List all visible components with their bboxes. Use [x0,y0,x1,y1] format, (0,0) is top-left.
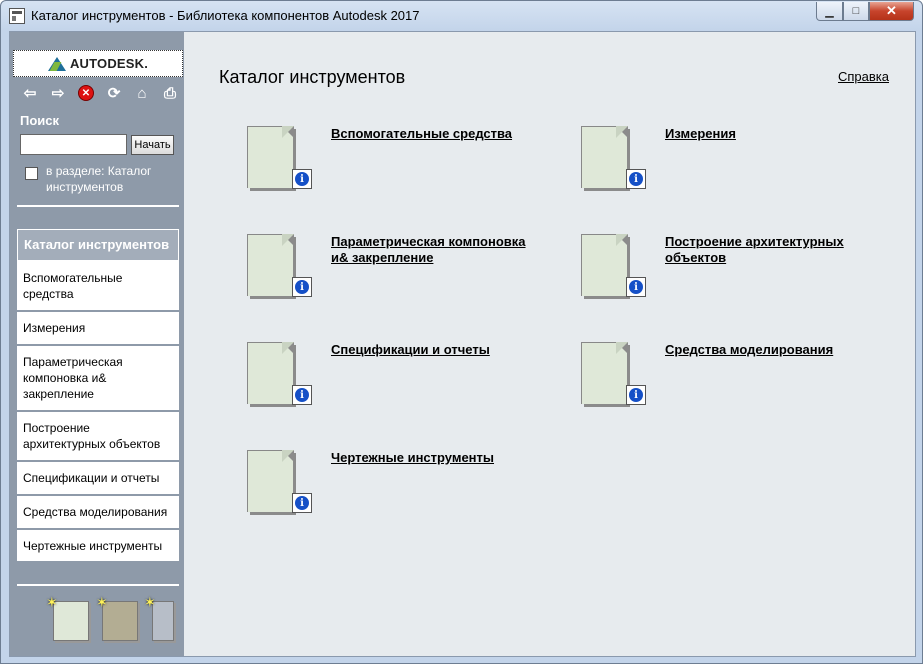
category-link[interactable]: Построение архитектурных объектов [665,234,875,266]
category-document-icon[interactable] [581,342,628,404]
home-icon[interactable]: ⌂ [128,82,156,104]
sidebar: AUTODESK. ⇦ ⇨ ✕ ⟳ ⌂ ⎙ Поиск Начать в раз… [10,32,184,656]
info-button[interactable]: i [292,493,312,513]
category-card: i Построение архитектурных объектов [553,234,883,314]
sidebar-item-auxiliary[interactable]: Вспомогательные средства [17,261,179,312]
info-icon: i [295,496,309,510]
sparkle-icon: ✶ [46,594,58,610]
navigation-toolbar: ⇦ ⇨ ✕ ⟳ ⌂ ⎙ [16,82,184,104]
search-label: Поиск [20,113,60,128]
page-title: Каталог инструментов [219,67,406,87]
category-link[interactable]: Параметрическая компоновка и& закреплени… [331,234,541,266]
help-link[interactable]: Справка [838,69,889,84]
info-button[interactable]: i [292,169,312,189]
refresh-icon[interactable]: ⟳ [100,82,128,104]
category-link[interactable]: Спецификации и отчеты [331,342,541,358]
print-icon[interactable]: ⎙ [156,82,184,104]
sidebar-divider [17,584,179,586]
category-card: i Спецификации и отчеты [219,342,549,422]
category-card: i Вспомогательные средства [219,126,549,206]
maximize-button[interactable]: □ [843,2,869,21]
sidebar-item-reports[interactable]: Спецификации и отчеты [17,462,179,496]
info-button[interactable]: i [292,277,312,297]
info-button[interactable]: i [626,169,646,189]
sidebar-item-catalog[interactable]: Каталог инструментов [17,229,179,261]
app-window: Каталог инструментов - Библиотека компон… [0,0,923,664]
search-scope-checkbox[interactable] [25,167,38,180]
info-icon: i [629,172,643,186]
category-card: i Параметрическая компоновка и& закрепле… [219,234,549,314]
client-area: AUTODESK. ⇦ ⇨ ✕ ⟳ ⌂ ⎙ Поиск Начать в раз… [9,31,916,657]
sidebar-item-measurements[interactable]: Измерения [17,312,179,346]
autodesk-logo-icon [47,56,66,71]
category-document-icon[interactable] [247,234,294,296]
info-icon: i [295,172,309,186]
category-link[interactable]: Вспомогательные средства [331,126,541,142]
category-link[interactable]: Измерения [665,126,875,142]
window-title: Каталог инструментов - Библиотека компон… [31,8,420,23]
forward-arrow-icon[interactable]: ⇨ [44,82,72,104]
info-button[interactable]: i [626,277,646,297]
sparkle-icon: ✶ [96,594,108,610]
category-link[interactable]: Средства моделирования [665,342,875,358]
category-document-icon[interactable] [247,342,294,404]
info-icon: i [295,388,309,402]
sidebar-item-drafting[interactable]: Чертежные инструменты [17,530,179,563]
sparkle-icon: ✶ [144,594,156,610]
info-icon: i [629,280,643,294]
autodesk-logo[interactable]: AUTODESK. [13,50,183,77]
stop-icon: ✕ [78,85,94,101]
info-button[interactable]: i [626,385,646,405]
sidebar-item-parametric-layout[interactable]: Параметрическая компоновка и& закреплени… [17,346,179,412]
category-document-icon[interactable] [247,450,294,512]
search-input[interactable] [20,134,127,155]
minimize-button[interactable]: ▁ [816,2,843,21]
title-bar[interactable]: Каталог инструментов - Библиотека компон… [1,1,922,31]
close-button[interactable]: ✕ [869,2,914,21]
sidebar-item-architectural[interactable]: Построение архитектурных объектов [17,412,179,462]
category-document-icon[interactable] [247,126,294,188]
category-document-icon[interactable] [581,234,628,296]
category-card: i Измерения [553,126,883,206]
new-catalog-icon[interactable] [53,601,89,641]
app-icon[interactable] [9,8,25,24]
main-content: Каталог инструментов Справка i Вспомогат… [185,32,915,656]
category-link[interactable]: Чертежные инструменты [331,450,541,466]
logo-text: AUTODESK. [69,56,149,71]
category-document-icon[interactable] [581,126,628,188]
sidebar-item-modeling[interactable]: Средства моделирования [17,496,179,530]
stop-button[interactable]: ✕ [72,82,100,104]
back-arrow-icon[interactable]: ⇦ [16,82,44,104]
search-scope-label: в разделе: Каталог инструментов [46,164,152,194]
sidebar-divider [17,205,179,207]
search-button[interactable]: Начать [131,135,174,155]
category-card: i Средства моделирования [553,342,883,422]
info-button[interactable]: i [292,385,312,405]
sidebar-nav: Каталог инструментов Вспомогательные сре… [17,229,179,563]
info-icon: i [629,388,643,402]
info-icon: i [295,280,309,294]
category-card: i Чертежные инструменты [219,450,549,530]
